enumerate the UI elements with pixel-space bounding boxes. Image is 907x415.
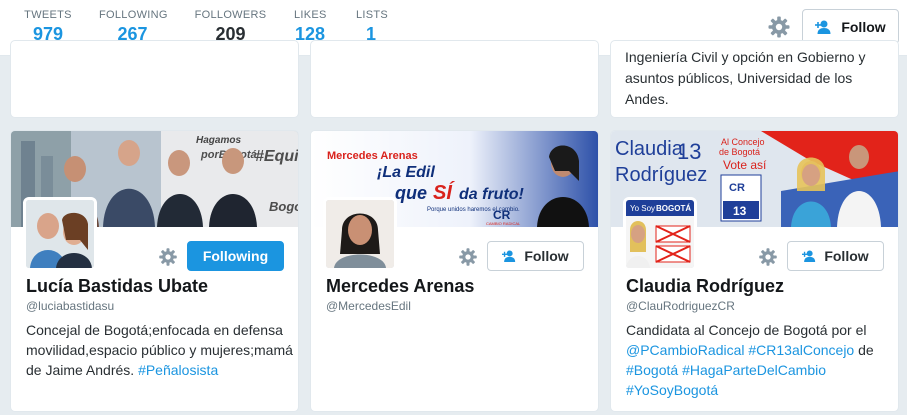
gear-icon[interactable] [767, 15, 791, 39]
follow-button-label: Follow [524, 248, 569, 264]
avatar-image-lucia [26, 200, 94, 268]
banner-text-equipo: #Equipo [255, 148, 298, 165]
user-card-lucia[interactable]: Hagamos #Equipo porBogotá Bogotá [10, 130, 299, 412]
stat-likes-label: LIKES [294, 9, 327, 21]
banner-text-voteasi: Vote así [723, 158, 767, 172]
avatar[interactable]: Yo Soy BOGOTÁ [623, 197, 697, 271]
follow-button-label: Follow [824, 248, 869, 264]
user-name[interactable]: Lucía Bastidas Ubate [26, 276, 208, 297]
user-card-claudia[interactable]: Claudia Rodríguez 13 Al Concejo de Bogot… [610, 130, 899, 412]
gear-icon[interactable] [158, 247, 178, 267]
avatar[interactable] [23, 197, 97, 271]
gear-icon[interactable] [758, 247, 778, 267]
avatar-text-bogota: BOGOTÁ [656, 204, 691, 213]
stat-followers-label: FOLLOWERS [194, 9, 267, 21]
follow-button-label: Follow [841, 18, 886, 35]
user-bio: Concejal de Bogotá;enfocada en defensa m… [26, 320, 296, 380]
banner-text-bogota: Bogotá [269, 199, 298, 214]
banner-text-debogota: de Bogotá [719, 147, 760, 157]
banner-text-dafruto: da fruto! [459, 186, 525, 203]
banner-text-name: Mercedes Arenas [327, 150, 418, 162]
person-add-icon [502, 250, 516, 262]
hashtag-link[interactable]: #Peñalosista [138, 362, 218, 378]
stat-lists-label: LISTS [356, 9, 389, 21]
user-handle[interactable]: @luciabastidasu [26, 299, 114, 313]
hashtag-link[interactable]: #Bogotá [626, 362, 678, 378]
banner-text-cambioradical: CAMBIO RADICAL [486, 221, 521, 226]
gear-icon[interactable] [458, 247, 478, 267]
banner-text-13-box: 13 [733, 204, 747, 218]
previous-card-bio: Ingeniería Civil y opción en Gobierno y … [625, 49, 866, 107]
user-name[interactable]: Mercedes Arenas [326, 276, 474, 297]
stat-following-label: FOLLOWING [99, 9, 168, 21]
user-handle[interactable]: @MercedesEdil [326, 299, 411, 313]
person-add-icon [815, 20, 831, 34]
avatar[interactable] [323, 197, 397, 271]
bio-text: de [854, 342, 874, 358]
follow-button[interactable]: Follow [802, 9, 899, 44]
banner-text-edil: ¡La Edil [377, 164, 435, 181]
avatar-text-yosoy: Yo Soy [630, 204, 655, 213]
bio-text: Candidata al Concejo de Bogotá por el [626, 322, 867, 338]
previous-card-2 [310, 40, 599, 118]
banner-text-rodriguez: Rodríguez [615, 164, 707, 186]
banner-text-cr-logo: CR [729, 182, 745, 194]
following-button-label: Following [202, 248, 269, 264]
banner-text-claudia: Claudia [615, 138, 684, 160]
person-add-icon [802, 250, 816, 262]
user-handle[interactable]: @ClauRodriguezCR [626, 299, 735, 313]
previous-card-1 [10, 40, 299, 118]
follow-button[interactable]: Follow [487, 241, 584, 271]
banner-text-que: que [395, 183, 427, 203]
user-card-mercedes[interactable]: Mercedes Arenas ¡La Edil que SÍ da fruto… [310, 130, 599, 412]
following-button[interactable]: Following [187, 241, 284, 271]
hashtag-link[interactable]: #CR13alConcejo [748, 342, 854, 358]
hashtag-link[interactable]: #YoSoyBogotá [626, 382, 718, 398]
previous-card-3: Ingeniería Civil y opción en Gobierno y … [610, 40, 899, 118]
banner-text-hagamos: Hagamos [196, 135, 241, 146]
banner-text-13: 13 [677, 139, 701, 164]
mention-link[interactable]: @PCambioRadical [626, 342, 744, 358]
avatar-image-claudia: Yo Soy BOGOTÁ [626, 200, 694, 268]
follow-button[interactable]: Follow [787, 241, 884, 271]
stat-tweets-label: TWEETS [24, 9, 72, 21]
user-name[interactable]: Claudia Rodríguez [626, 276, 784, 297]
banner-text-alconcejo: Al Concejo [721, 137, 765, 147]
user-bio: Candidata al Concejo de Bogotá por el @P… [626, 320, 896, 400]
hashtag-link[interactable]: #HagaParteDelCambio [682, 362, 826, 378]
avatar-image-mercedes [326, 200, 394, 268]
banner-text-cr: CR [493, 208, 511, 222]
